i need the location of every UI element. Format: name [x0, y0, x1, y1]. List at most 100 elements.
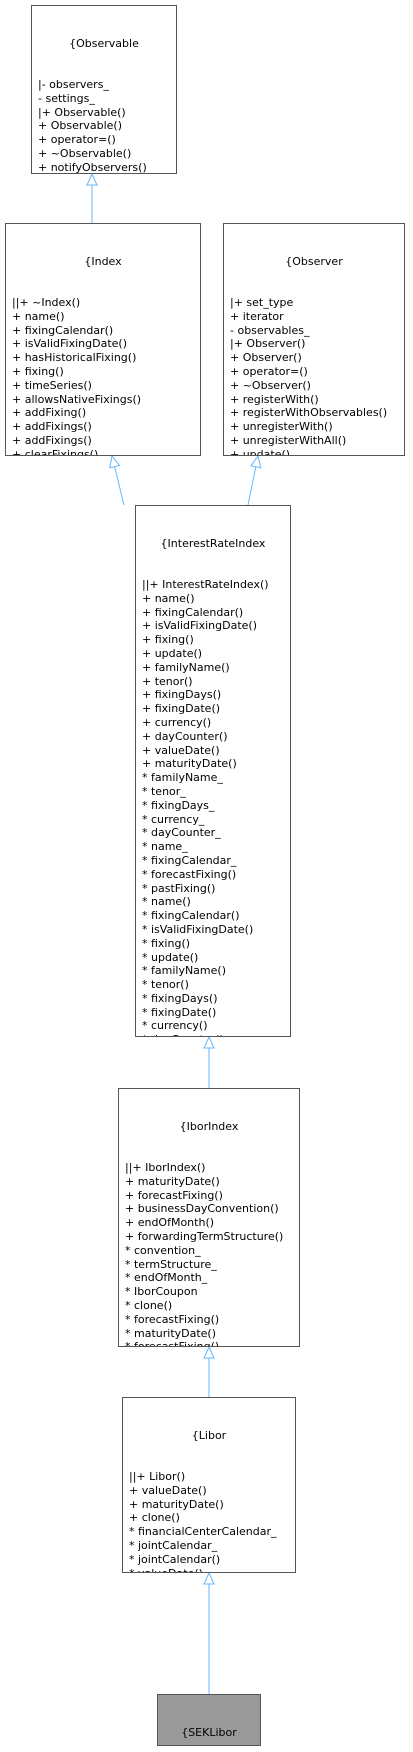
class-member: * pastFixing() — [142, 881, 216, 895]
class-member: + currency() — [142, 715, 212, 729]
class-members: |+ set_type + iterator - observables_ |+ Ob… — [230, 295, 404, 456]
class-member: * jointCalendar_ — [129, 1538, 218, 1552]
class-member: * forecastFixing() — [125, 1340, 220, 1347]
inheritance-arrowhead — [203, 1035, 215, 1049]
class-member: + forwardingTermStructure() — [125, 1229, 284, 1243]
class-member: + operator=() — [230, 364, 308, 378]
class-member: - settings_ — [38, 91, 95, 105]
edge-line — [247, 466, 257, 506]
class-member: + iterator — [230, 309, 284, 323]
class-member: * name_ — [142, 840, 188, 854]
class-member: * fixing() — [142, 936, 191, 950]
class-member: + timeSeries() — [12, 378, 92, 392]
class-member: + tenor() — [142, 674, 193, 688]
class-member: + name() — [12, 309, 65, 323]
edge-libor-to-ibor-index — [203, 1345, 215, 1397]
class-member: + maturityDate() — [125, 1174, 220, 1188]
class-member: ||+ IborIndex() — [125, 1160, 206, 1174]
class-member: - observables_ — [230, 323, 310, 337]
class-member: + addFixing() — [12, 406, 87, 420]
class-members: ||+ ~Index() + name() + fixingCalendar() + … — [12, 295, 200, 456]
class-member: * familyName() — [142, 964, 226, 978]
class-member: + addFixings() — [12, 433, 92, 447]
class-member: * isValidFixingDate() — [142, 922, 254, 936]
class-member: + dayCounter() — [142, 729, 228, 743]
edge-interest-rate-index-to-observer — [247, 454, 262, 506]
inheritance-arrowhead — [203, 1345, 215, 1359]
class-member: + businessDayConvention() — [125, 1202, 279, 1216]
class-member: + fixingDays() — [142, 688, 222, 702]
class-member: + valueDate() — [129, 1483, 207, 1497]
class-member: * clone() — [125, 1298, 173, 1312]
class-member: * convention_ — [125, 1243, 201, 1257]
class-member: + unregisterWith() — [230, 420, 333, 434]
class-member: ||+ InterestRateIndex() — [142, 577, 269, 591]
class-member: + registerWithObservables() — [230, 406, 388, 420]
class-node-libor[interactable]: {Libor ||+ Libor() + valueDate() + maturit… — [122, 1397, 296, 1573]
class-members: ||+ Libor() + valueDate() + maturityDate()… — [129, 1469, 295, 1572]
class-member: + notifyObservers() — [38, 160, 147, 174]
class-title: {SEKLibor — [181, 1725, 237, 1739]
class-member: * forecastFixing() — [125, 1312, 220, 1326]
class-member: + operator=() — [38, 133, 116, 147]
class-node-interest-rate-index[interactable]: {InterestRateIndex ||+ InterestRateIndex… — [135, 505, 291, 1037]
class-member: * familyName_ — [142, 771, 223, 785]
class-member: |+ set_type — [230, 295, 294, 309]
class-member: * fixingDays_ — [142, 798, 215, 812]
class-member: + maturityDate() — [142, 757, 237, 771]
class-member: * dayCounter() — [142, 1033, 290, 1036]
class-members: ||+ IborIndex() + maturityDate() + forecas… — [125, 1160, 299, 1347]
edge-index-to-observable — [86, 172, 98, 223]
class-title: {InterestRateIndex — [160, 536, 266, 550]
class-member: + fixing() — [142, 633, 194, 647]
edge-interest-rate-index-to-index — [109, 454, 125, 506]
class-member: + update() — [230, 447, 291, 456]
class-member: * tenor_ — [142, 784, 186, 798]
class-member: + clearFixings() — [12, 447, 99, 456]
class-member: + Observable() — [38, 119, 123, 133]
class-member: + fixingDate() — [142, 702, 221, 716]
class-member: + fixingCalendar() — [142, 605, 244, 619]
class-member: + Observer() — [230, 351, 302, 365]
class-member: * financialCenterCalendar_ — [129, 1525, 277, 1539]
class-title: {Observer — [285, 254, 343, 268]
class-member: * maturityDate() — [125, 1326, 217, 1340]
class-member: ||+ ~Index() — [12, 295, 81, 309]
class-member: * update() — [142, 950, 199, 964]
edge-sek-libor-to-libor — [203, 1571, 215, 1694]
class-member: + unregisterWithAll() — [230, 433, 347, 447]
class-member: + ~Observer() — [230, 378, 311, 392]
class-member: + registerWith() — [230, 392, 319, 406]
class-member: |+ Observer() — [230, 337, 306, 351]
class-node-sek-libor[interactable]: {SEKLibor ||+ SEKLibor() } — [157, 1694, 261, 1746]
class-member: * name() — [142, 895, 191, 909]
class-member: + hasHistoricalFixing() — [12, 351, 137, 365]
class-member: + update() — [142, 646, 203, 660]
class-member: |- observers_ — [38, 77, 109, 91]
class-member: * currency() — [142, 1019, 208, 1033]
class-node-observer[interactable]: {Observer |+ set_type + iterator - observa… — [223, 223, 405, 456]
class-node-observable[interactable]: {Observable |- observers_ - settings_ |+ O… — [31, 5, 177, 174]
class-member: * termStructure_ — [125, 1257, 217, 1271]
class-member: + familyName() — [142, 660, 230, 674]
class-member: * fixingDays() — [142, 991, 218, 1005]
edge-ibor-index-to-interest-rate-index — [203, 1035, 215, 1088]
class-member: + fixingCalendar() — [12, 323, 114, 337]
class-member: + addFixings() — [12, 420, 92, 434]
class-member: + allowsNativeFixings() — [12, 392, 142, 406]
class-member: * fixingCalendar_ — [142, 853, 237, 867]
inheritance-arrowhead — [203, 1571, 215, 1585]
inheritance-arrowhead — [250, 454, 262, 469]
class-member: * dayCounter_ — [142, 826, 221, 840]
class-member: + ~Observable() — [38, 146, 132, 160]
class-node-index[interactable]: {Index ||+ ~Index() + name() + fixingCalen… — [5, 223, 201, 456]
class-member: + clone() — [129, 1511, 180, 1525]
class-member: |+ Observable() — [38, 105, 126, 119]
class-member: + fixing() — [12, 364, 64, 378]
class-title: {Observable — [69, 36, 139, 50]
class-node-ibor-index[interactable]: {IborIndex ||+ IborIndex() + maturityDate… — [118, 1088, 300, 1347]
class-member: ||+ Libor() — [129, 1469, 186, 1483]
inheritance-arrowhead — [109, 454, 121, 469]
class-member: + maturityDate() — [129, 1497, 224, 1511]
class-member: * fixingCalendar() — [142, 909, 240, 923]
